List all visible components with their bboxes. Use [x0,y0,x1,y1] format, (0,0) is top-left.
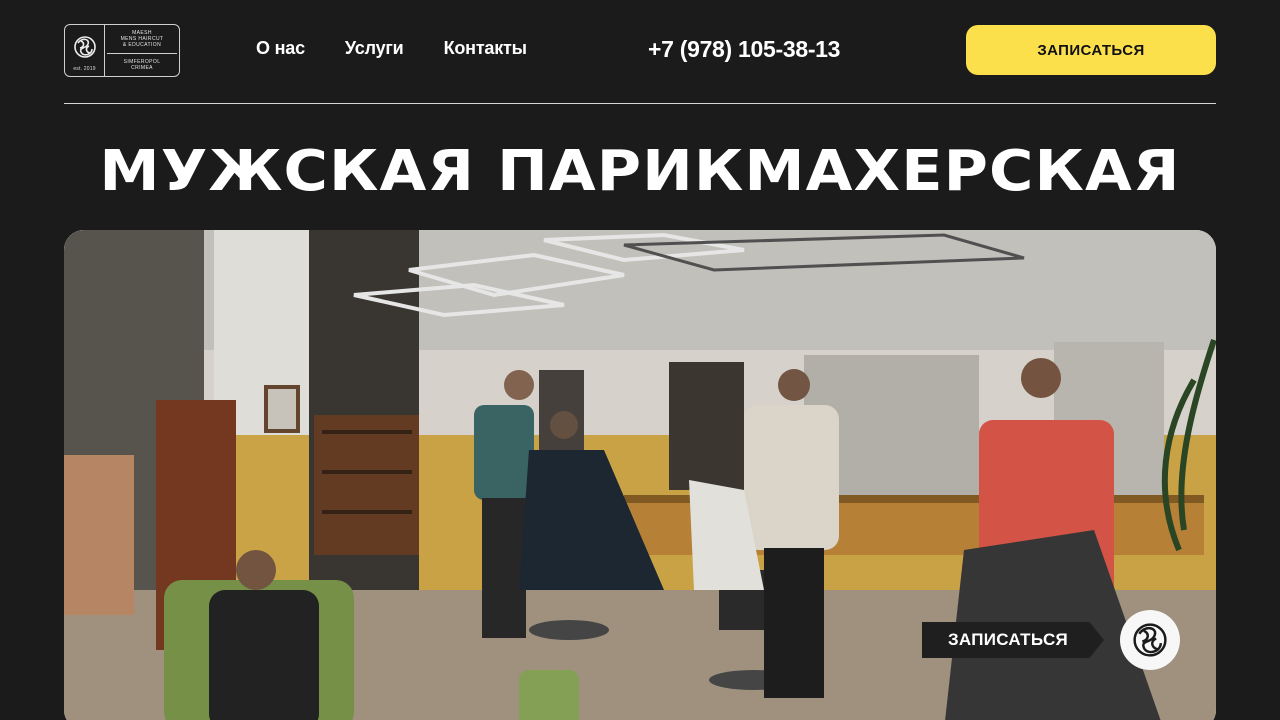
logo-mark: est. 2019 [65,25,105,76]
hero-title: МУЖСКАЯ ПАРИКМАХЕРСКАЯ [99,139,1181,204]
phone-link[interactable]: +7 (978) 105-38-13 [648,36,840,63]
book-button[interactable]: ЗАПИСАТЬСЯ [966,25,1216,75]
floating-logo-button[interactable] [1120,610,1180,670]
logo-city-text: SIMFEROPOL CRIMEA [123,59,161,71]
nav-link-contacts[interactable]: Контакты [444,38,527,59]
brand-logo[interactable]: est. 2019 MAESH MENS HAIRCUT & EDUCATION… [64,24,180,77]
site-header: est. 2019 MAESH MENS HAIRCUT & EDUCATION… [64,24,1216,78]
logo-divider [107,53,177,54]
nav-link-about[interactable]: О нас [256,38,305,59]
header-divider [64,103,1216,104]
logo-text-block: MAESH MENS HAIRCUT & EDUCATION SIMFEROPO… [105,25,179,76]
nav-link-services[interactable]: Услуги [345,38,404,59]
logo-est-year: est. 2019 [73,65,96,72]
brand-logo-icon [73,35,96,58]
brand-logo-icon [1133,623,1167,657]
main-nav: О нас Услуги Контакты [256,38,527,59]
floating-book-button[interactable]: ЗАПИСАТЬСЯ [922,622,1104,658]
logo-brand-text: MAESH MENS HAIRCUT & EDUCATION [120,30,164,48]
